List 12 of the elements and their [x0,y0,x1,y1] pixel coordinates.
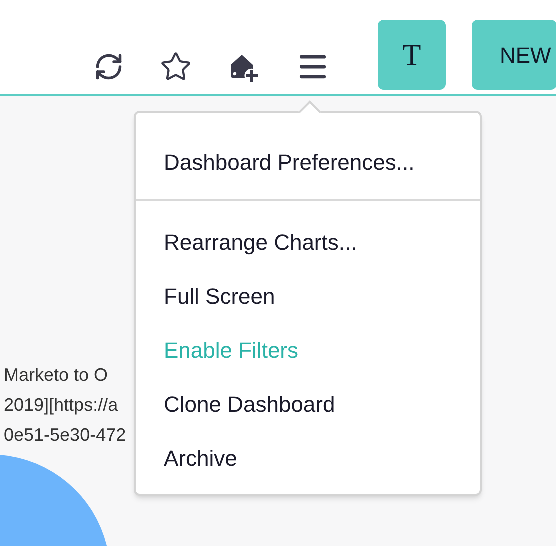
refresh-icon[interactable] [94,52,124,82]
star-icon[interactable] [160,51,192,83]
menu-item[interactable]: Full Screen [136,269,480,323]
menu-item[interactable]: Rearrange Charts... [136,215,480,269]
avatar-button[interactable]: T [378,20,446,90]
menu-item[interactable]: Clone Dashboard [136,377,480,431]
chart-title-text: 2019][https://a [4,394,118,416]
menu-item[interactable]: Archive [136,431,480,485]
chart-title-text: 0e51-5e30-472 [4,424,126,446]
new-button[interactable]: NEW [472,20,556,90]
chart-title-text: Marketo to O [4,364,108,386]
menu-item[interactable]: Dashboard Preferences... [136,135,480,189]
